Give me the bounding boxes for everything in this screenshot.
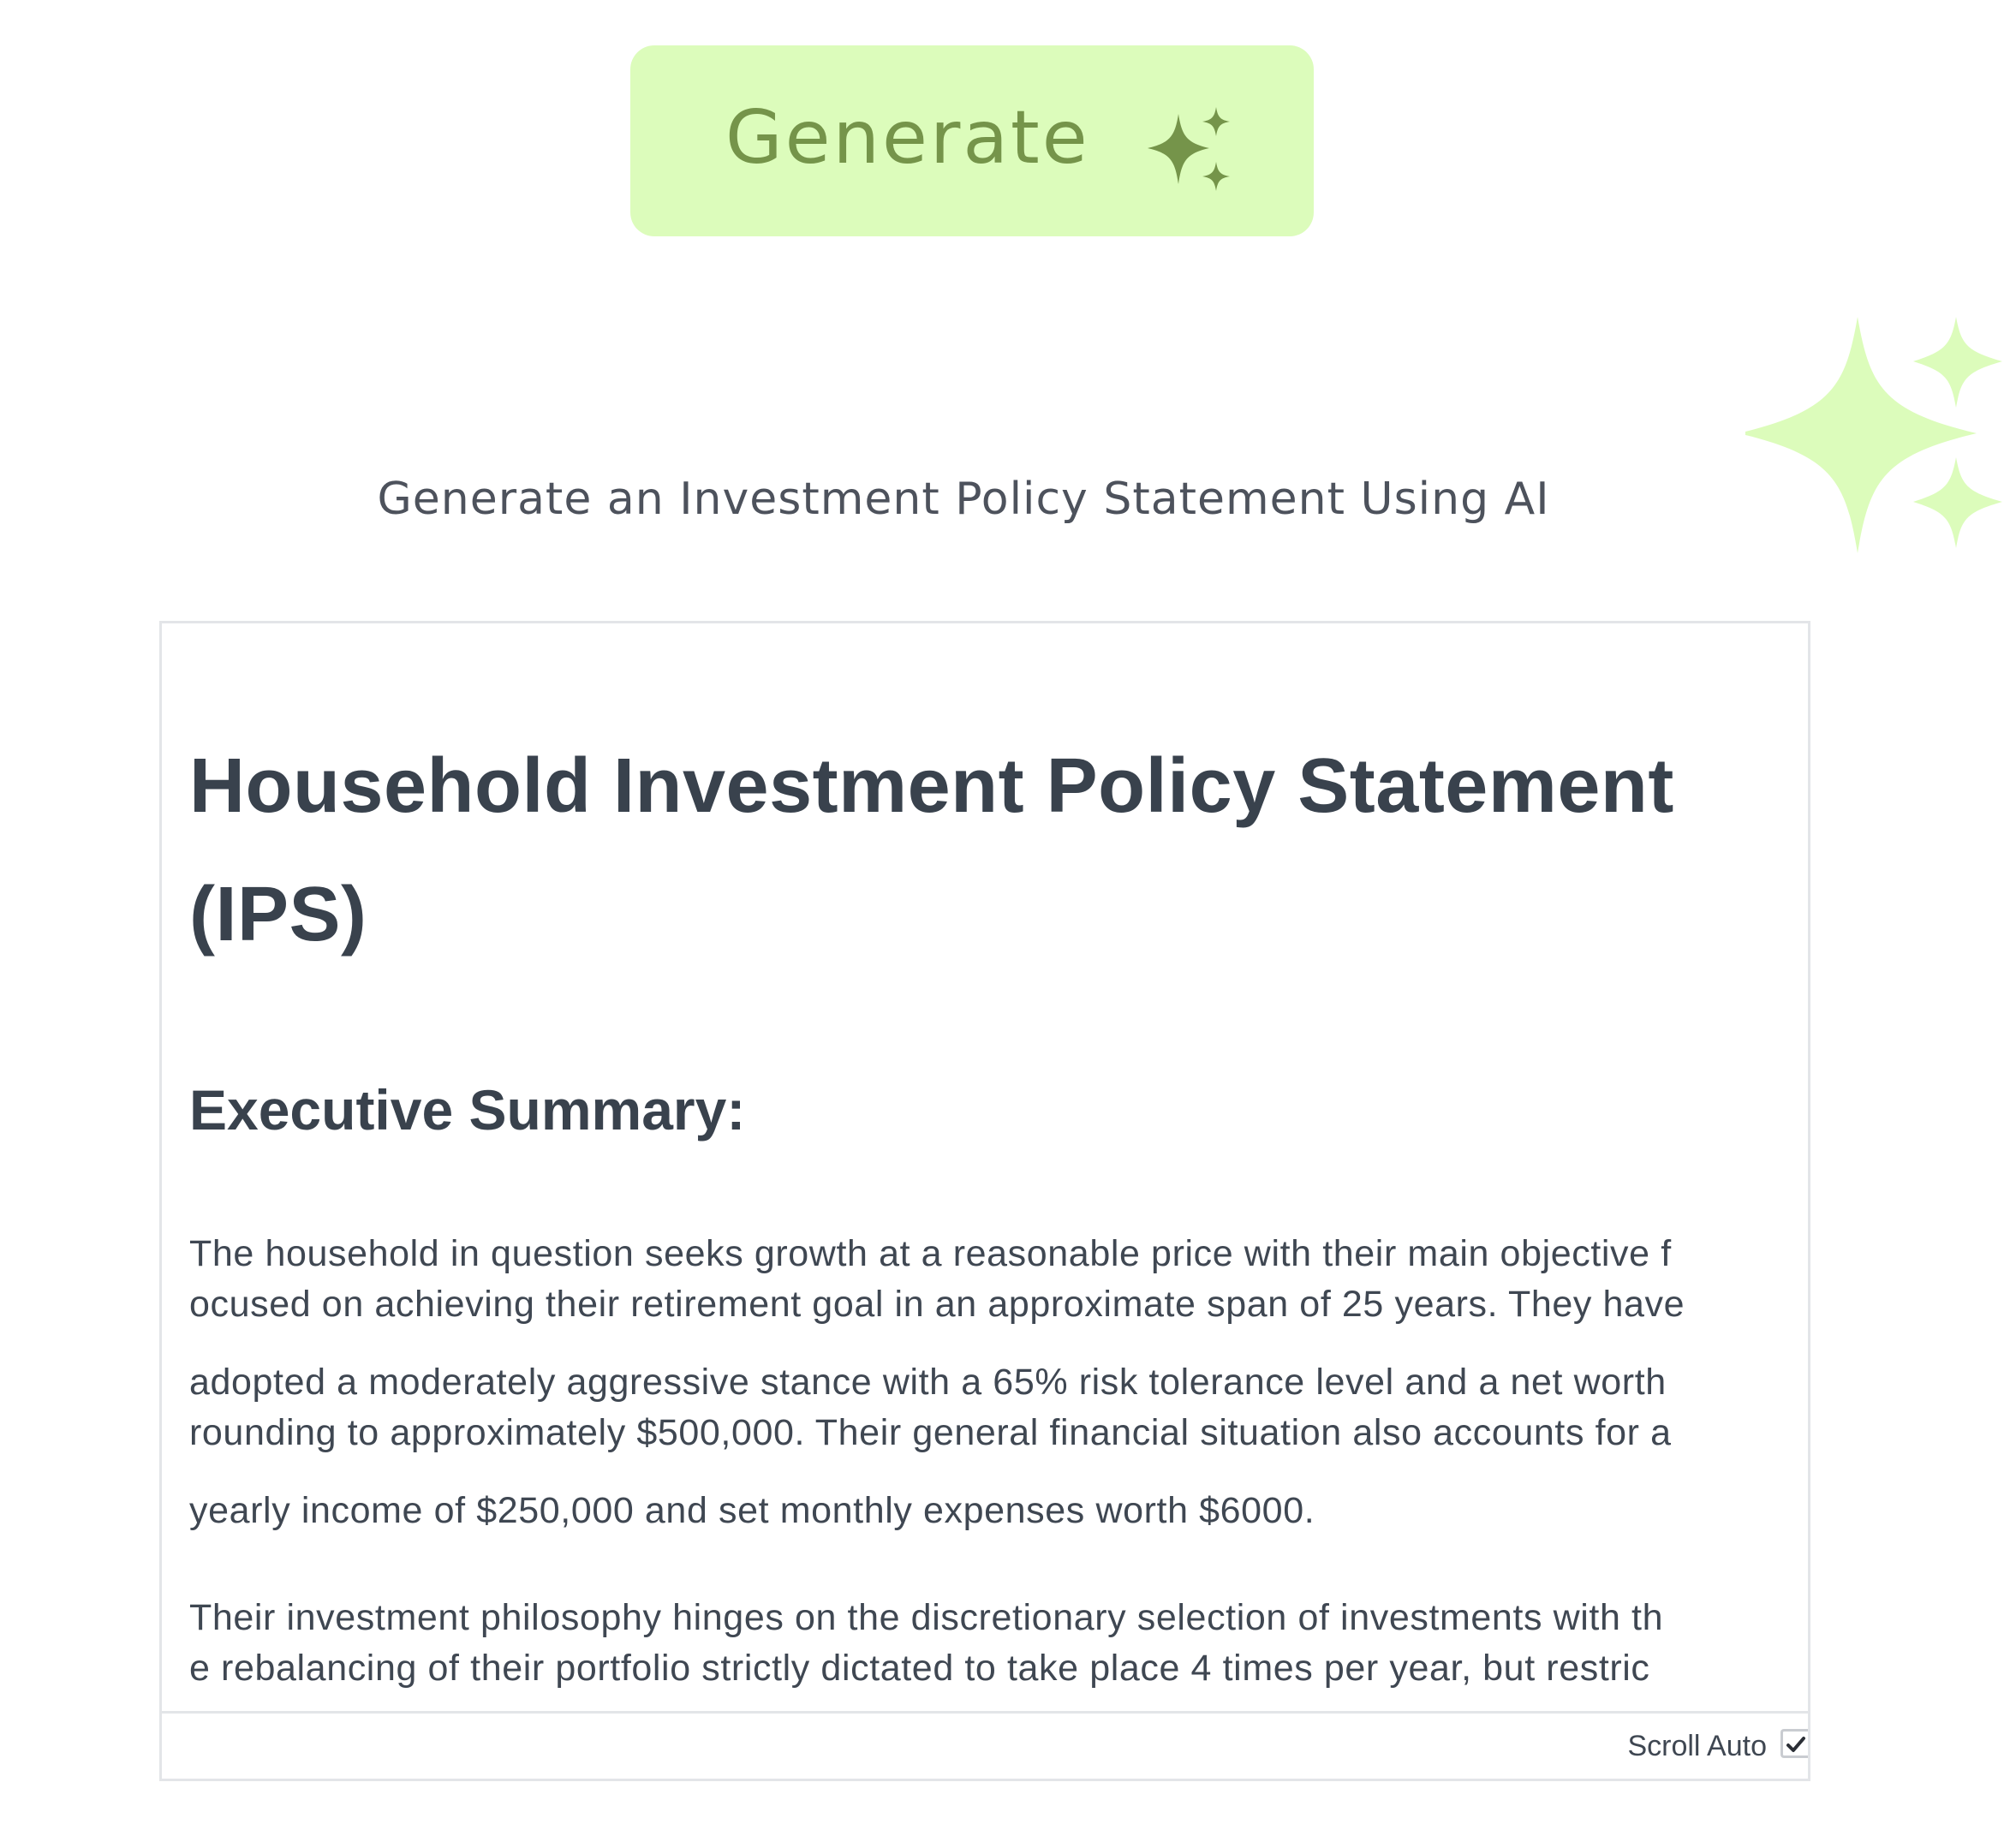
paragraph-line: yearly income of $250,000 and set monthl… [189, 1490, 1315, 1531]
paragraph-line: Their investment philosophy hinges on th… [189, 1597, 1664, 1638]
output-panel[interactable]: Household Investment Policy Statement (I… [159, 621, 1810, 1781]
sparkles-icon [1144, 107, 1238, 201]
checkmark-icon [1786, 1737, 1805, 1752]
page-subtitle: Generate an Investment Policy Statement … [377, 474, 1550, 525]
page: Generate Generate an Investment Policy S… [0, 0, 2016, 1824]
document-title: Household Investment Policy Statement (I… [189, 743, 1674, 957]
paragraph-line: adopted a moderately aggressive stance w… [189, 1362, 1667, 1403]
section-heading: Executive Summary: [189, 1078, 746, 1141]
paragraph-line: ocused on achieving their retirement goa… [189, 1284, 1685, 1325]
scroll-auto-checkbox[interactable] [1780, 1729, 1808, 1758]
output-content[interactable]: Household Investment Policy Statement (I… [189, 623, 1745, 1711]
paragraph-line: rounding to approximately $500,000. Thei… [189, 1412, 1672, 1453]
paragraph-line: The household in question seeks growth a… [189, 1233, 1672, 1274]
panel-footer: Scroll Auto [162, 1711, 1808, 1781]
paragraph-line: e rebalancing of their portfolio strictl… [189, 1648, 1650, 1689]
generate-button-label: Generate [725, 95, 1090, 181]
generate-button[interactable]: Generate [630, 45, 1314, 236]
scroll-auto-label: Scroll Auto [1627, 1730, 1767, 1762]
